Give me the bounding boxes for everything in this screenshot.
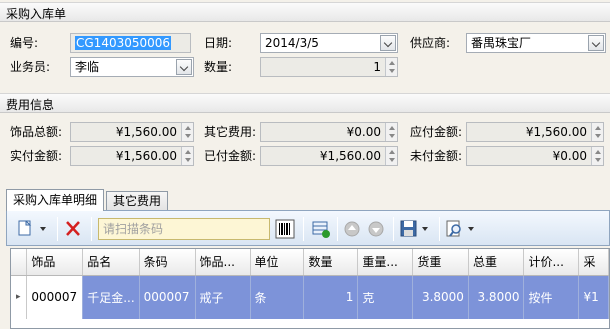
- chevron-down-icon[interactable]: [380, 35, 396, 51]
- column-header[interactable]: 重量...: [357, 249, 414, 276]
- table-cell[interactable]: 戒子: [195, 275, 251, 319]
- goods-total-label: 饰品总额:: [10, 125, 63, 139]
- goods-total-value: ¥1,560.00: [115, 125, 177, 139]
- qty-label: 数量:: [204, 60, 233, 74]
- fees-section-header: 费用信息: [0, 93, 610, 113]
- arrow-down-icon: [368, 221, 384, 237]
- date-value: 2014/3/5: [265, 36, 319, 50]
- supplier-label: 供应商:: [410, 36, 451, 50]
- number-field[interactable]: CG1403050006: [70, 33, 191, 53]
- column-header[interactable]: 条码: [139, 249, 196, 276]
- import-button[interactable]: [311, 218, 331, 240]
- goods-total-field[interactable]: ¥1,560.00: [70, 122, 194, 142]
- spinner-icon[interactable]: [591, 123, 603, 141]
- date-picker[interactable]: 2014/3/5: [260, 33, 398, 53]
- table-cell[interactable]: 3.8000: [468, 275, 525, 319]
- column-header[interactable]: 计价...: [523, 249, 580, 276]
- purchase-section-header: 采购入库单: [0, 2, 610, 22]
- column-header[interactable]: 采: [578, 249, 609, 276]
- table-cell[interactable]: 克: [357, 275, 414, 319]
- tab-purchase-detail[interactable]: 采购入库单明细: [6, 189, 105, 211]
- number-value: CG1403050006: [75, 36, 172, 50]
- spinner-icon[interactable]: [591, 147, 603, 165]
- spinner-icon[interactable]: [181, 147, 193, 165]
- column-header[interactable]: 品名: [82, 249, 140, 276]
- paid-field[interactable]: ¥1,560.00: [260, 146, 398, 166]
- table-row[interactable]: ▸ 000007 千足金... 000007 戒子 条 1 克 3.8000 3…: [11, 275, 609, 319]
- unpaid-field[interactable]: ¥0.00: [466, 146, 604, 166]
- table-cell[interactable]: 千足金...: [82, 275, 140, 319]
- other-fee-value: ¥0.00: [346, 125, 381, 139]
- column-header[interactable]: 货重: [412, 249, 469, 276]
- spinner-icon[interactable]: [385, 123, 397, 141]
- row-indicator[interactable]: ▸: [11, 275, 28, 319]
- detail-table: 饰品 品名 条码 饰品... 单位 数量 重量... 货重 总重 计价... 采…: [11, 249, 609, 319]
- table-cell[interactable]: 000007: [26, 275, 84, 319]
- column-header[interactable]: 数量: [303, 249, 359, 276]
- barcode-scan-input[interactable]: 请扫描条码: [98, 218, 270, 240]
- preview-button[interactable]: [445, 218, 481, 240]
- table-cell[interactable]: 1: [303, 275, 359, 319]
- table-cell[interactable]: 按件: [523, 275, 580, 319]
- salesman-value: 李临: [75, 60, 100, 74]
- chevron-down-icon[interactable]: [588, 35, 604, 51]
- row-indicator-header: [11, 249, 28, 276]
- close-icon: [66, 221, 80, 236]
- unpaid-label: 未付金额:: [410, 149, 463, 163]
- table-cell[interactable]: 000007: [139, 275, 196, 319]
- grid-header-row: 饰品 品名 条码 饰品... 单位 数量 重量... 货重 总重 计价... 采: [11, 249, 609, 276]
- column-header[interactable]: 单位: [250, 249, 305, 276]
- column-header[interactable]: 总重: [468, 249, 525, 276]
- move-down-button[interactable]: [367, 218, 385, 240]
- table-icon: [312, 221, 330, 238]
- barcode-button[interactable]: [275, 218, 295, 240]
- salesman-select[interactable]: 李临: [70, 57, 194, 77]
- spinner-icon[interactable]: [385, 147, 397, 165]
- qty-value: 1: [373, 60, 381, 74]
- new-document-button[interactable]: [15, 218, 51, 240]
- payable-value: ¥1,560.00: [525, 125, 587, 139]
- detail-toolbar: 请扫描条码: [6, 210, 610, 246]
- actual-paid-label: 实付金额:: [10, 149, 63, 163]
- spinner-icon[interactable]: [181, 123, 193, 141]
- table-cell[interactable]: ¥1: [578, 275, 609, 319]
- actual-paid-field[interactable]: ¥1,560.00: [70, 146, 194, 166]
- magnifier-icon: [446, 220, 474, 237]
- move-up-button[interactable]: [343, 218, 361, 240]
- chevron-down-icon[interactable]: [176, 59, 192, 75]
- barcode-icon: [275, 219, 295, 239]
- salesman-label: 业务员:: [10, 60, 51, 74]
- qty-field[interactable]: 1: [260, 57, 398, 77]
- new-document-icon: [18, 220, 46, 236]
- date-label: 日期:: [204, 36, 233, 50]
- other-fee-field[interactable]: ¥0.00: [260, 122, 398, 142]
- delete-button[interactable]: [63, 218, 83, 240]
- tab-other-fees[interactable]: 其它费用: [106, 191, 169, 210]
- actual-paid-value: ¥1,560.00: [115, 149, 177, 163]
- payable-label: 应付金额:: [410, 125, 463, 139]
- detail-grid: 饰品 品名 条码 饰品... 单位 数量 重量... 货重 总重 计价... 采…: [10, 248, 610, 329]
- number-label: 编号:: [10, 36, 39, 50]
- supplier-select[interactable]: 番禺珠宝厂: [466, 33, 606, 53]
- paid-label: 已付金额:: [204, 149, 257, 163]
- paid-value: ¥1,560.00: [319, 149, 381, 163]
- supplier-value: 番禺珠宝厂: [471, 36, 532, 50]
- column-header[interactable]: 饰品...: [195, 249, 251, 276]
- save-button[interactable]: [399, 218, 435, 240]
- column-header[interactable]: 饰品: [26, 249, 84, 276]
- table-cell[interactable]: 条: [250, 275, 305, 319]
- spinner-icon[interactable]: [385, 58, 397, 76]
- unpaid-value: ¥0.00: [552, 149, 587, 163]
- other-fee-label: 其它费用:: [204, 125, 257, 139]
- arrow-up-icon: [344, 221, 360, 237]
- payable-field[interactable]: ¥1,560.00: [466, 122, 604, 142]
- table-cell[interactable]: 3.8000: [412, 275, 469, 319]
- save-icon: [400, 220, 428, 237]
